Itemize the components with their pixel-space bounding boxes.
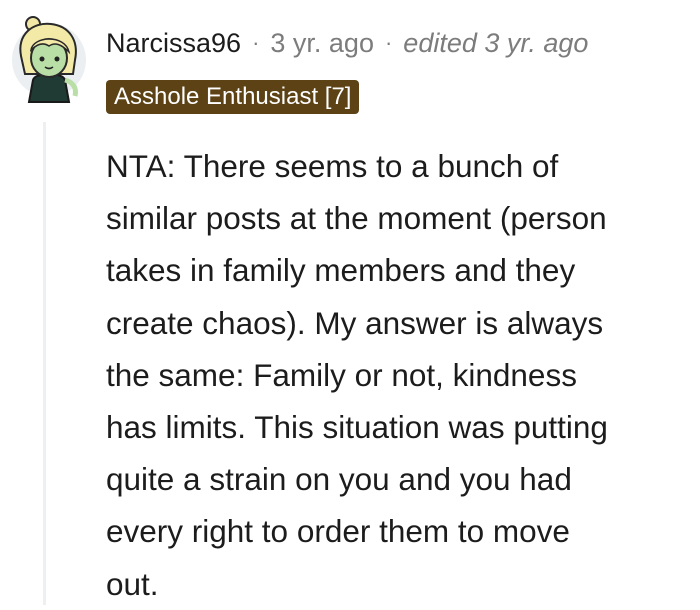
comment-body-line: quite a strain on you and you had (106, 461, 572, 498)
meta-separator: · (252, 30, 260, 55)
avatar-icon[interactable] (11, 10, 87, 106)
comment-body-line: every right to order them to move (106, 513, 570, 550)
edited-timestamp: edited 3 yr. ago (403, 27, 589, 58)
comment-body: NTA: There seems to a bunch of similar p… (106, 140, 700, 610)
comment-body-line: create chaos). My answer is always (106, 304, 604, 341)
comment-meta: Narcissa96 · 3 yr. ago · edited 3 yr. ag… (106, 26, 588, 60)
thread-line[interactable] (43, 122, 46, 605)
comment-body-line: the same: Family or not, kindness (106, 356, 577, 393)
meta-separator: · (384, 30, 393, 55)
author-username[interactable]: Narcissa96 (106, 28, 241, 59)
comment-body-line: similar posts at the moment (person (106, 200, 607, 237)
comment-body-line: NTA: There seems to a bunch of (106, 148, 559, 184)
user-flair: Asshole Enthusiast [7] (106, 80, 360, 114)
comment-body-line: takes in family members and they (106, 252, 576, 289)
comment-body-line: has limits. This situation was putting (106, 409, 608, 446)
comment: Narcissa96 · 3 yr. ago · edited 3 yr. ag… (0, 0, 700, 605)
comment-timestamp[interactable]: 3 yr. ago (270, 28, 374, 59)
comment-body-line: out. (106, 565, 159, 602)
